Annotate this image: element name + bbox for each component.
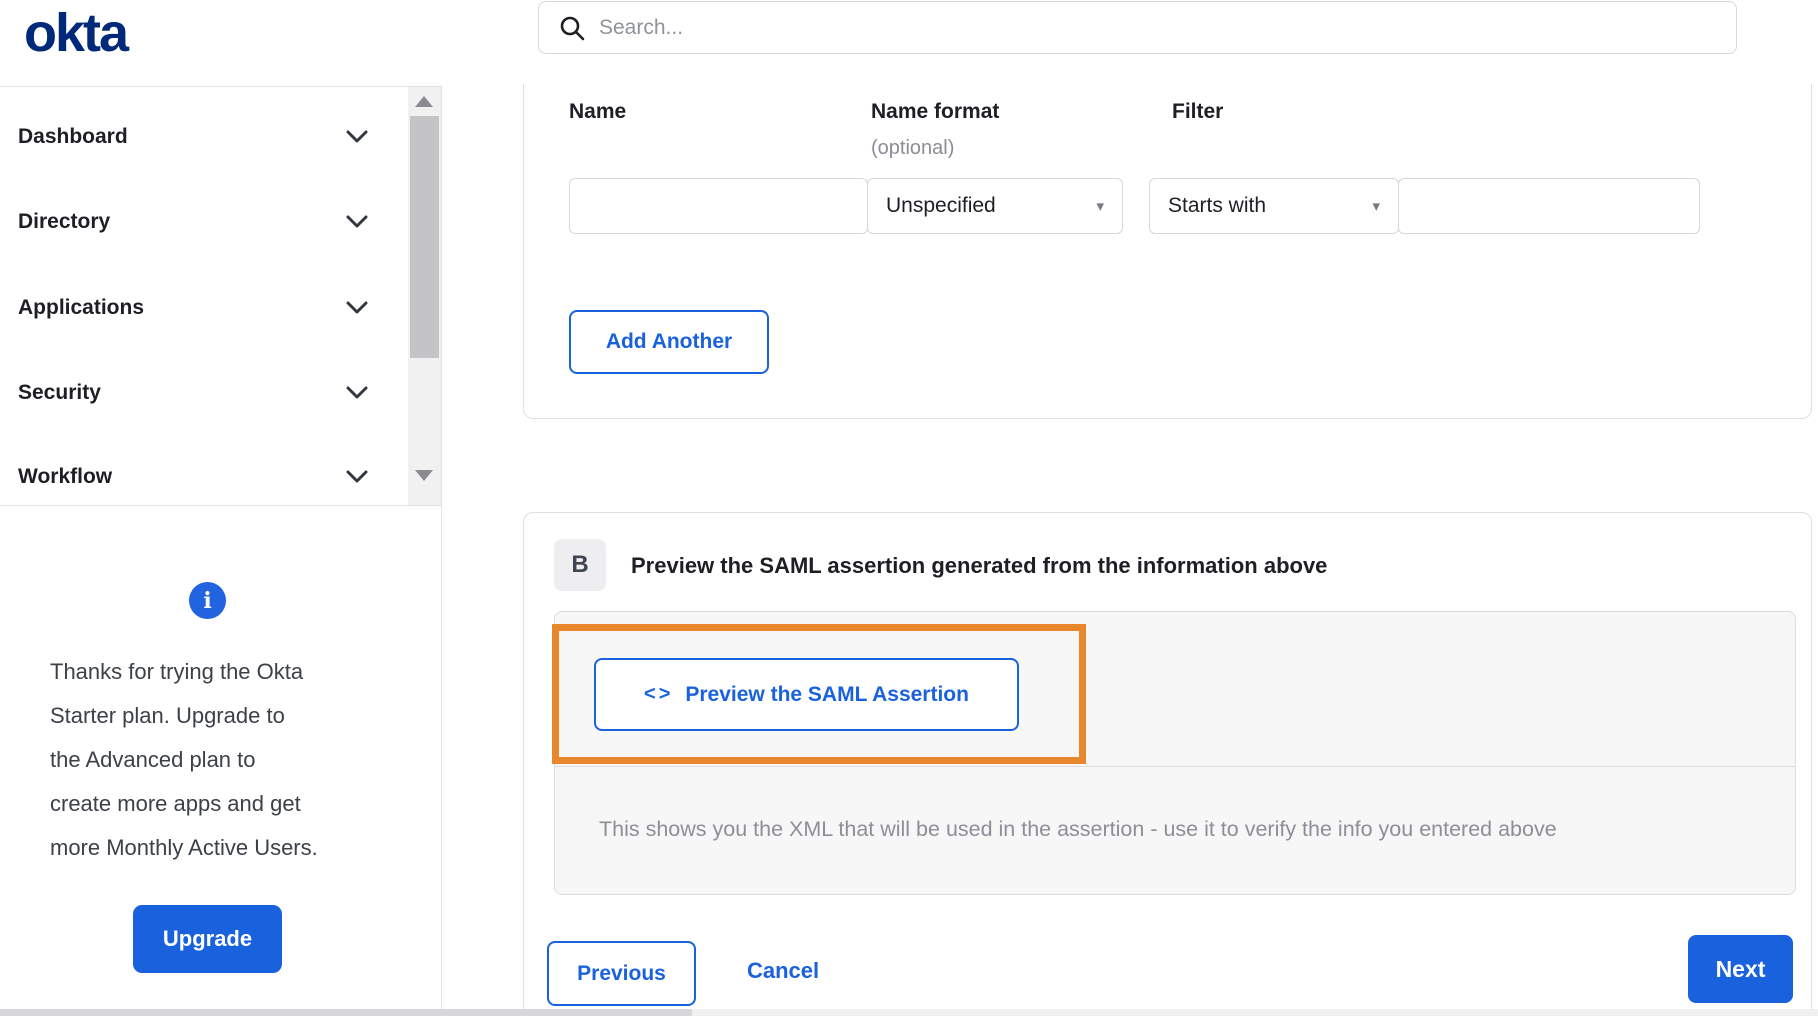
preview-section-title: Preview the SAML assertion generated fro… — [631, 553, 1328, 578]
sidebar-item-workflow[interactable]: Workflow — [0, 455, 400, 499]
sidebar-item-label: Workflow — [18, 465, 113, 488]
trial-line: Starter plan. Upgrade to — [50, 703, 285, 728]
trial-line: more Monthly Active Users. — [50, 835, 318, 860]
add-another-button[interactable]: Add Another — [569, 310, 769, 374]
upgrade-button[interactable]: Upgrade — [133, 905, 282, 973]
sidebar-item-dashboard[interactable]: Dashboard — [0, 115, 400, 159]
filter-operator-select[interactable]: Starts with ▾ — [1149, 178, 1399, 234]
sidebar-item-label: Directory — [18, 210, 111, 233]
chevron-down-icon — [346, 386, 368, 399]
next-button[interactable]: Next — [1688, 935, 1793, 1003]
preview-panel: <> Preview the SAML Assertion This shows… — [554, 611, 1796, 895]
attribute-statements-card: Name Name format (optional) Filter Unspe… — [523, 84, 1812, 419]
preview-assertion-card: B Preview the SAML assertion generated f… — [523, 512, 1812, 1016]
chevron-down-icon — [346, 130, 368, 143]
trial-line: the Advanced plan to — [50, 747, 256, 772]
preview-button-label: Preview the SAML Assertion — [685, 682, 969, 706]
name-format-optional-label: (optional) — [871, 137, 955, 159]
preview-saml-assertion-button[interactable]: <> Preview the SAML Assertion — [594, 658, 1019, 731]
sidebar-item-applications[interactable]: Applications — [0, 286, 400, 330]
sidebar-divider — [441, 86, 442, 1016]
search-icon — [560, 16, 585, 40]
sidebar-item-directory[interactable]: Directory — [0, 200, 400, 244]
horizontal-scrollbar-thumb[interactable] — [0, 1009, 692, 1016]
name-column-label: Name — [569, 100, 627, 123]
filter-value-input[interactable] — [1398, 178, 1700, 234]
global-search[interactable] — [538, 1, 1737, 54]
attribute-name-input[interactable] — [569, 178, 868, 234]
sidebar-top-border — [0, 86, 441, 87]
trial-line: create more apps and get — [50, 791, 301, 816]
sidebar-bottom-border — [0, 505, 441, 506]
trial-plan-message: Thanks for trying the Okta Starter plan.… — [50, 650, 380, 870]
trial-line: Thanks for trying the Okta — [50, 659, 304, 684]
sidebar-item-label: Applications — [18, 296, 145, 319]
name-format-column-label: Name format — [871, 100, 1000, 123]
dropdown-caret-icon: ▾ — [1096, 198, 1104, 215]
sidebar-item-label: Dashboard — [18, 125, 128, 148]
name-format-value: Unspecified — [886, 194, 996, 217]
sidebar-item-security[interactable]: Security — [0, 371, 400, 415]
name-format-select[interactable]: Unspecified ▾ — [867, 178, 1123, 234]
filter-column-label: Filter — [1172, 100, 1224, 123]
sidebar-scrollbar-thumb[interactable] — [410, 116, 439, 358]
info-icon: i — [189, 582, 226, 619]
panel-divider — [555, 766, 1795, 767]
dropdown-caret-icon: ▾ — [1372, 198, 1380, 215]
sidebar-item-label: Security — [18, 381, 101, 404]
scroll-down-icon[interactable] — [415, 470, 433, 481]
okta-logo: okta — [24, 3, 129, 63]
chevron-down-icon — [346, 301, 368, 314]
chevron-down-icon — [346, 215, 368, 228]
filter-operator-value: Starts with — [1168, 194, 1267, 217]
okta-admin-page: okta Dashboard Directory Applications Se… — [0, 0, 1818, 1016]
search-input[interactable] — [599, 15, 1649, 40]
code-brackets-icon: <> — [644, 683, 674, 705]
cancel-link[interactable]: Cancel — [747, 958, 819, 984]
preview-description: This shows you the XML that will be used… — [599, 817, 1557, 841]
previous-button[interactable]: Previous — [547, 941, 696, 1006]
scroll-up-icon[interactable] — [415, 96, 433, 107]
step-b-badge: B — [554, 539, 606, 591]
chevron-down-icon — [346, 470, 368, 483]
